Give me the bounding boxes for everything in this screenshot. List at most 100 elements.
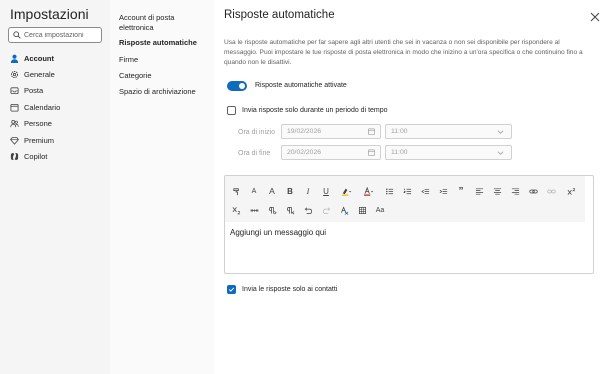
nav-item-label: Premium xyxy=(24,135,55,145)
unlink-button[interactable] xyxy=(543,183,559,199)
start-time-value: 11:00 xyxy=(391,128,408,135)
rtl-button[interactable] xyxy=(282,202,298,218)
link-icon xyxy=(528,189,538,193)
chevron-down-icon xyxy=(497,151,504,155)
end-time-value: 11:00 xyxy=(391,149,408,156)
contacts-checkbox[interactable] xyxy=(227,285,236,294)
unlink-icon xyxy=(546,189,556,193)
nav-item-label: Persone xyxy=(24,119,52,129)
nav-item-people[interactable]: Persone xyxy=(0,116,110,132)
bold-button[interactable]: B xyxy=(282,183,298,199)
page-title: Risposte automatiche xyxy=(224,9,335,21)
person-icon xyxy=(10,54,19,63)
numbering-button[interactable] xyxy=(399,183,415,199)
gear-icon xyxy=(10,70,19,79)
ltr-button[interactable] xyxy=(264,202,280,218)
strikethrough-icon xyxy=(250,208,258,212)
table-icon xyxy=(358,206,366,214)
undo-icon xyxy=(304,207,312,214)
outdent-button[interactable] xyxy=(417,183,433,199)
contacts-checkbox-label: Invia le risposte solo ai contatti xyxy=(242,286,338,293)
end-date-input[interactable] xyxy=(287,149,362,156)
align-left-icon xyxy=(475,187,483,195)
undo-button[interactable] xyxy=(300,202,316,218)
align-center-button[interactable] xyxy=(489,183,505,199)
nav-item-general[interactable]: Generale xyxy=(0,66,110,82)
align-right-icon xyxy=(511,187,519,195)
end-date-field[interactable] xyxy=(281,145,381,160)
subnav-item-email-accounts[interactable]: Account di posta elettronica xyxy=(119,13,209,33)
bold-icon: B xyxy=(287,186,293,196)
nav-list: Account Generale Posta Calendario Person… xyxy=(0,50,110,165)
clear-format-button[interactable] xyxy=(336,202,352,218)
nav-item-label: Posta xyxy=(24,86,44,96)
font-color-icon xyxy=(363,186,373,196)
nav-item-mail[interactable]: Posta xyxy=(0,83,110,99)
automatic-replies-toggle[interactable] xyxy=(227,81,247,91)
formatting-toolbar: A A B I U ” Aa xyxy=(225,176,585,222)
start-date-input[interactable] xyxy=(287,128,362,135)
search-icon xyxy=(13,31,21,39)
start-time-label: Ora di inizio xyxy=(238,129,275,136)
start-time-dropdown[interactable]: 11:00 xyxy=(385,124,512,139)
font-size-decrease-button[interactable]: A xyxy=(246,183,262,199)
start-date-field[interactable] xyxy=(281,124,381,139)
automatic-replies-panel: Risposte automatiche Usa le risposte aut… xyxy=(214,0,610,374)
align-left-button[interactable] xyxy=(471,183,487,199)
diamond-icon xyxy=(10,136,19,145)
nav-item-label: Calendario xyxy=(24,102,61,112)
font-size-increase-icon: A xyxy=(269,186,275,196)
subscript-icon xyxy=(232,206,240,214)
underline-button[interactable]: U xyxy=(318,183,334,199)
font-size-increase-button[interactable]: A xyxy=(264,183,280,199)
format-painter-button[interactable] xyxy=(228,183,244,199)
nav-item-account[interactable]: Account xyxy=(0,50,110,66)
link-button[interactable] xyxy=(525,183,541,199)
highlight-button[interactable] xyxy=(336,183,356,199)
nav-item-calendar[interactable]: Calendario xyxy=(0,99,110,115)
account-subnav: Account di posta elettronica Risposte au… xyxy=(110,0,214,374)
font-color-button[interactable] xyxy=(358,183,378,199)
format-painter-icon xyxy=(232,187,239,195)
bullets-button[interactable] xyxy=(381,183,397,199)
calendar-icon xyxy=(10,103,19,112)
subscript-button[interactable] xyxy=(228,202,244,218)
subnav-item-automatic-replies[interactable]: Risposte automatiche xyxy=(119,38,209,48)
font-size-decrease-icon: A xyxy=(251,187,257,195)
chevron-down-icon xyxy=(497,130,504,134)
close-button[interactable] xyxy=(590,9,600,22)
message-body[interactable]: Aggiungi un messaggio qui xyxy=(230,228,326,237)
toggle-label: Risposte automatiche attivate xyxy=(255,82,347,89)
superscript-icon xyxy=(567,187,575,195)
copilot-icon xyxy=(10,152,19,161)
change-case-icon: Aa xyxy=(375,206,385,214)
mail-icon xyxy=(10,86,19,95)
period-checkbox-label: Invia risposte solo durante un periodo d… xyxy=(242,107,388,114)
ltr-icon xyxy=(268,206,277,214)
end-time-label: Ora di fine xyxy=(238,150,271,157)
people-icon xyxy=(10,119,19,128)
redo-button[interactable] xyxy=(318,202,334,218)
quote-button[interactable]: ” xyxy=(453,183,469,199)
nav-item-label: Generale xyxy=(24,70,55,80)
redo-icon xyxy=(322,207,330,214)
subnav-item-categories[interactable]: Categorie xyxy=(119,71,209,81)
subnav-item-storage[interactable]: Spazio di archiviazione xyxy=(119,87,209,97)
subnav-item-signatures[interactable]: Firme xyxy=(119,55,209,65)
quote-icon: ” xyxy=(458,185,464,197)
align-center-icon xyxy=(493,187,501,195)
italic-button[interactable]: I xyxy=(300,183,316,199)
change-case-button[interactable]: Aa xyxy=(372,202,388,218)
search-input[interactable] xyxy=(24,31,102,39)
align-right-button[interactable] xyxy=(507,183,523,199)
search-box[interactable] xyxy=(8,27,102,43)
indent-button[interactable] xyxy=(435,183,451,199)
superscript-button[interactable] xyxy=(563,183,579,199)
strikethrough-button[interactable] xyxy=(246,202,262,218)
nav-item-copilot[interactable]: Copilot xyxy=(0,148,110,164)
end-time-dropdown[interactable]: 11:00 xyxy=(385,145,512,160)
nav-item-premium[interactable]: Premium xyxy=(0,132,110,148)
table-button[interactable] xyxy=(354,202,370,218)
period-checkbox[interactable] xyxy=(227,106,236,115)
checkmark-icon xyxy=(228,287,235,292)
